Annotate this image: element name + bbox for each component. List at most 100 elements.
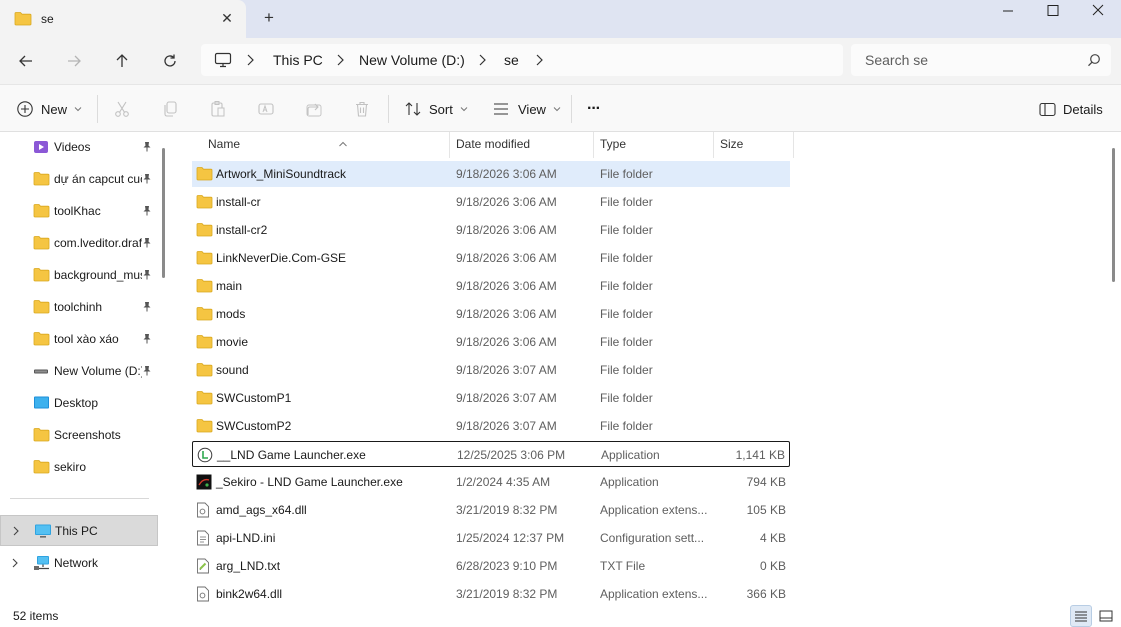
new-tab-button[interactable]: + [258,8,280,30]
back-button[interactable] [13,48,39,74]
search-box[interactable]: Search se [851,44,1111,76]
file-name[interactable]: main [216,279,242,293]
file-name[interactable]: __LND Game Launcher.exe [217,448,366,462]
minimize-button[interactable] [985,0,1031,22]
file-row[interactable]: LinkNeverDie.Com-GSE 9/18/2026 3:06 AM Fil… [192,245,790,271]
file-row[interactable]: SWCustomP2 9/18/2026 3:07 AM File folder [192,413,790,439]
share-button[interactable] [303,98,325,120]
tab-se[interactable]: se ✕ [0,0,246,38]
column-header-size[interactable]: Size [720,137,743,151]
cut-button[interactable] [111,98,133,120]
details-pane-button[interactable]: Details [1039,97,1103,121]
sidebar-item-this-pc[interactable]: This PC [0,515,158,546]
breadcrumb-separator-icon[interactable] [245,53,255,70]
copy-icon [164,101,177,117]
new-button[interactable]: New [16,97,82,121]
sidebar-item-tool-x-o-x-o[interactable]: tool xào xáo [0,325,158,353]
column-header-date[interactable]: Date modified [456,137,530,151]
file-row[interactable]: sound 9/18/2026 3:07 AM File folder [192,357,790,383]
tiles-view-button[interactable] [1095,605,1117,627]
file-row[interactable]: amd_ags_x64.dll 3/21/2019 8:32 PM Applicat… [192,497,790,523]
breadcrumb-se[interactable]: se [504,52,519,68]
details-view-button[interactable] [1070,605,1092,627]
file-row[interactable]: Artwork_MiniSoundtrack 9/18/2026 3:06 AM F… [192,161,790,187]
file-name[interactable]: arg_LND.txt [216,559,280,573]
sidebar-item-sekiro[interactable]: sekiro [0,453,158,481]
file-name[interactable]: install-cr2 [216,223,267,237]
copy-button[interactable] [159,98,181,120]
column-header-name[interactable]: Name [208,137,240,151]
file-row[interactable]: mods 9/18/2026 3:06 AM File folder [192,301,790,327]
column-header-type[interactable]: Type [600,137,626,151]
sidebar-scrollbar[interactable] [162,148,165,278]
sidebar-item-com-lveditor-draft[interactable]: com.lveditor.draft [0,229,158,257]
sidebar-item-toolkhac[interactable]: toolKhac [0,197,158,225]
column-divider[interactable] [449,132,450,158]
breadcrumb-this-pc[interactable]: This PC [273,52,323,68]
sidebar-item-toolchinh[interactable]: toolchinh [0,293,158,321]
sidebar-item-desktop[interactable]: Desktop [0,389,158,417]
file-name[interactable]: _Sekiro - LND Game Launcher.exe [216,475,403,489]
file-row[interactable]: install-cr2 9/18/2026 3:06 AM File folder [192,217,790,243]
maximize-button[interactable] [1030,0,1076,22]
close-window-button[interactable] [1075,0,1121,22]
paste-button[interactable] [207,98,229,120]
file-name[interactable]: sound [216,363,249,377]
file-row[interactable]: arg_LND.txt 6/28/2023 9:10 PM TXT File 0 KB [192,553,790,579]
sidebar-item-new-volume-d[interactable]: New Volume (D:) [0,357,158,385]
sort-button[interactable]: Sort [404,97,468,121]
file-name[interactable]: SWCustomP2 [216,419,291,433]
file-row[interactable]: _Sekiro - LND Game Launcher.exe 1/2/2024 … [192,469,790,495]
tab-close-icon[interactable]: ✕ [218,9,236,27]
breadcrumb-separator-icon[interactable] [477,53,487,70]
file-name[interactable]: api-LND.ini [216,531,275,545]
file-name[interactable]: SWCustomP1 [216,391,291,405]
file-row[interactable]: main 9/18/2026 3:06 AM File folder [192,273,790,299]
chevron-right-icon[interactable] [10,557,20,572]
sidebar-item-d-n-capcut-cu-i[interactable]: dự án capcut cuối [0,165,158,193]
file-row[interactable]: __LND Game Launcher.exe 12/25/2025 3:06 P… [192,441,790,467]
sidebar-item-screenshots[interactable]: Screenshots [0,421,158,449]
file-name[interactable]: mods [216,307,245,321]
delete-button[interactable] [351,98,373,120]
forward-button[interactable] [61,48,87,74]
address-bar[interactable]: This PC New Volume (D:) se [201,44,843,76]
file-list-scrollbar[interactable] [1112,148,1115,282]
file-name[interactable]: install-cr [216,195,261,209]
column-divider[interactable] [793,132,794,158]
breadcrumb-separator-icon[interactable] [335,53,345,70]
navigation-pane[interactable]: Videos dự án capcut cuối toolKhac com.lvedi… [0,132,166,604]
file-row[interactable]: SWCustomP1 9/18/2026 3:07 AM File folder [192,385,790,411]
sidebar-divider [10,498,149,499]
breadcrumb-separator-icon[interactable] [534,53,544,70]
refresh-button[interactable] [157,48,183,74]
file-size: 366 KB [746,587,786,601]
up-button[interactable] [109,48,135,74]
file-name[interactable]: LinkNeverDie.Com-GSE [216,251,346,265]
file-name[interactable]: movie [216,335,248,349]
file-type: Application extens... [600,503,708,517]
search-input[interactable]: Search se [865,52,928,68]
sidebar-item-videos[interactable]: Videos [0,133,158,161]
rename-button[interactable] [255,98,277,120]
breadcrumb-new-volume[interactable]: New Volume (D:) [359,52,465,68]
file-list[interactable]: Name Date modified Type Size Artwork_Min… [175,132,1110,604]
file-name[interactable]: Artwork_MiniSoundtrack [216,167,346,181]
file-row[interactable]: api-LND.ini 1/25/2024 12:37 PM Configurati… [192,525,790,551]
sidebar-item-background-music[interactable]: background_music [0,261,158,289]
search-icon[interactable] [1087,53,1101,70]
file-row[interactable]: install-cr 9/18/2026 3:06 AM File folder [192,189,790,215]
folder-icon [33,267,50,285]
column-divider[interactable] [593,132,594,158]
file-row[interactable]: movie 9/18/2026 3:06 AM File folder [192,329,790,355]
column-divider[interactable] [713,132,714,158]
file-row[interactable]: bink2w64.dll 3/21/2019 8:32 PM Application… [192,581,790,604]
file-name[interactable]: bink2w64.dll [216,587,282,601]
sidebar-item-network[interactable]: Network [0,549,158,577]
file-name[interactable]: amd_ags_x64.dll [216,503,307,517]
more-options-button[interactable]: ··· [587,97,601,121]
sidebar-item-label: sekiro [54,460,87,474]
view-button[interactable]: View [492,97,561,121]
chevron-right-icon[interactable] [11,525,21,540]
pin-icon [142,333,152,347]
